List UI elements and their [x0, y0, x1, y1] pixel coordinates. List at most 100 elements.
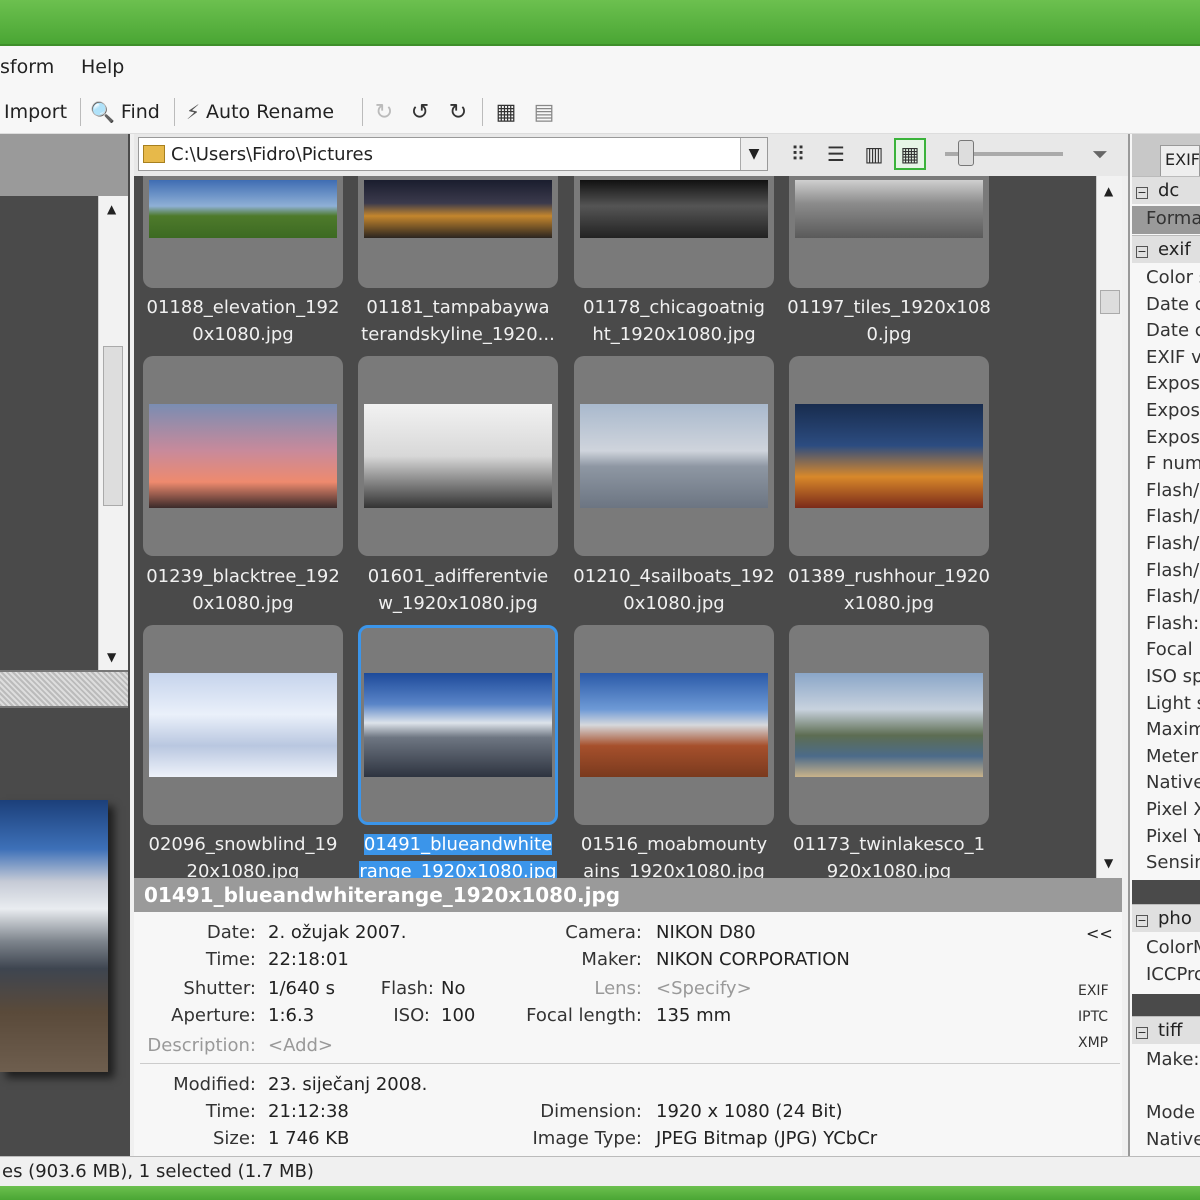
collapse-icon[interactable]: − [1136, 187, 1148, 199]
thumbnail-caption[interactable]: 01181_tampabaywa terandskyline_1920... [350, 294, 566, 348]
metadata-item[interactable]: Date c [1146, 294, 1200, 315]
find-button[interactable]: 🔍 Find [90, 98, 160, 126]
file-info-panel: Date: 2. ožujak 2007. Time: 22:18:01 Shu… [134, 912, 1122, 1156]
metadata-item[interactable]: Flash: [1146, 613, 1199, 634]
caption-line: ht_1920x1080.jpg [592, 324, 756, 345]
folder-tree[interactable] [0, 196, 98, 670]
thumbnail-tile[interactable] [358, 625, 558, 825]
collapse-icon[interactable]: − [1136, 1027, 1148, 1039]
thumbnail-caption[interactable]: 01239_blacktree_192 0x1080.jpg [135, 563, 351, 617]
metadata-item[interactable]: Meter [1146, 746, 1198, 767]
metadata-item[interactable]: Exposu [1146, 400, 1200, 421]
metadata-section-photoshop[interactable]: − pho [1132, 904, 1200, 932]
refresh-icon[interactable]: ↻ [370, 98, 398, 126]
metadata-item[interactable]: Light s [1146, 693, 1200, 714]
metadata-item[interactable]: EXIF v [1146, 347, 1200, 368]
scroll-thumb[interactable] [1100, 290, 1120, 314]
rotate-right-icon[interactable]: ↻ [444, 98, 472, 126]
view-small-icons-icon[interactable]: ⠿ [782, 138, 814, 170]
metadata-item[interactable]: F num [1146, 453, 1200, 474]
scroll-up-icon[interactable]: ▲ [1104, 184, 1113, 198]
caption-line: 01239_blacktree_192 [146, 566, 340, 587]
metadata-item[interactable]: Flash/ [1146, 533, 1199, 554]
scroll-down-icon[interactable]: ▼ [107, 650, 116, 664]
lens-specify-link[interactable]: <Specify> [656, 978, 752, 999]
thumbnail-tile[interactable] [143, 356, 343, 556]
metadata-item[interactable]: Make: [1146, 1049, 1199, 1070]
metadata-item[interactable]: Forma [1146, 208, 1200, 229]
iptc-tab[interactable]: IPTC [1078, 1009, 1108, 1025]
collapse-icon[interactable]: − [1136, 246, 1148, 258]
metadata-item[interactable]: Native [1146, 772, 1200, 793]
metadata-item[interactable]: Flash/ [1146, 480, 1199, 501]
caption-line: 01210_4sailboats_192 [573, 566, 775, 587]
collapse-button[interactable]: << [1086, 924, 1113, 943]
xmp-tab[interactable]: XMP [1078, 1035, 1108, 1051]
metadata-item[interactable]: Native [1146, 1129, 1200, 1150]
metadata-item[interactable]: Date c [1146, 320, 1200, 341]
thumbnail-size-slider-thumb[interactable] [958, 140, 974, 166]
metadata-item[interactable]: Exposu [1146, 427, 1200, 448]
thumbnail-caption[interactable]: 01601_adifferentvie w_1920x1080.jpg [350, 563, 566, 617]
metadata-section-tiff[interactable]: − tiff [1132, 1016, 1200, 1044]
thumbnail-caption[interactable]: 02096_snowblind_19 20x1080.jpg [135, 831, 351, 878]
scroll-up-icon[interactable]: ▲ [107, 202, 116, 216]
metadata-item[interactable]: Focal l [1146, 639, 1200, 660]
metadata-item[interactable]: Color s [1146, 267, 1200, 288]
metadata-item[interactable]: Exposu [1146, 373, 1200, 394]
metadata-item[interactable]: ICCPro [1146, 964, 1200, 985]
folder-tree-scrollbar[interactable]: ▲ ▼ [98, 196, 128, 670]
window-titlebar [0, 0, 1200, 46]
metadata-item[interactable]: Flash/ [1146, 506, 1199, 527]
metadata-section-dc[interactable]: − dc [1132, 176, 1200, 204]
metadata-item[interactable]: ISO sp [1146, 666, 1200, 687]
exif-tab[interactable]: EXIF [1078, 983, 1109, 999]
thumbnail-tile[interactable] [574, 356, 774, 556]
thumbnail-image [149, 404, 337, 508]
thumbnail-tile[interactable] [358, 356, 558, 556]
view-thumbnails-icon[interactable]: ▦ [894, 138, 926, 170]
description-add-link[interactable]: <Add> [268, 1035, 333, 1056]
metadata-item[interactable]: Mode [1146, 1102, 1195, 1123]
rotate-left-icon[interactable]: ↺ [406, 98, 434, 126]
metadata-item[interactable]: Pixel Y [1146, 826, 1200, 847]
metadata-item[interactable]: Maxim [1146, 719, 1200, 740]
metadata-item[interactable]: Flash/ [1146, 586, 1199, 607]
scroll-thumb[interactable] [103, 346, 123, 506]
menu-transform[interactable]: sform [0, 56, 54, 78]
filmstrip-icon[interactable]: ▦ [492, 98, 520, 126]
tab-exif[interactable]: EXIF [1160, 145, 1200, 176]
filmstrip-empty-icon[interactable]: ▤ [530, 98, 558, 126]
thumbnail-caption[interactable]: 01197_tiles_1920x108 0.jpg [781, 294, 997, 348]
thumbnail-caption[interactable]: 01173_twinlakesco_1 920x1080.jpg [781, 831, 997, 878]
thumbnail-tile[interactable] [789, 356, 989, 556]
metadata-item[interactable]: Sensin [1146, 852, 1200, 873]
panel-splitter[interactable] [0, 670, 128, 708]
collapse-icon[interactable]: − [1136, 915, 1148, 927]
focal-length-value: 135 mm [656, 1005, 732, 1026]
thumbnail-tile[interactable] [143, 625, 343, 825]
metadata-item[interactable]: ColorM [1146, 937, 1200, 958]
menu-help[interactable]: Help [81, 56, 124, 78]
auto-rename-button[interactable]: ⚡ Auto Rename [186, 98, 334, 126]
thumbnail-tile[interactable] [789, 625, 989, 825]
thumbnail-grid-scrollbar[interactable]: ▲ ▼ [1096, 176, 1122, 878]
path-combobox[interactable]: C:\Users\Fidro\Pictures [138, 137, 768, 171]
thumbnail-caption[interactable]: 01210_4sailboats_192 0x1080.jpg [566, 563, 782, 617]
thumbnail-tile[interactable] [574, 625, 774, 825]
scroll-down-icon[interactable]: ▼ [1104, 856, 1113, 870]
metadata-section-exif[interactable]: − exif [1132, 235, 1200, 263]
thumbnail-caption[interactable]: 01516_moabmounty ains_1920x1080.jpg [566, 831, 782, 878]
filter-icon[interactable]: ⏷ [1084, 138, 1116, 170]
chevron-down-icon[interactable]: ▼ [740, 138, 767, 170]
view-details-icon[interactable]: ▥ [858, 138, 890, 170]
view-list-icon[interactable]: ☰ [820, 138, 852, 170]
metadata-item[interactable]: Flash/ [1146, 560, 1199, 581]
thumbnail-caption[interactable]: 01491_blueandwhite range_1920x1080.jpg [350, 831, 566, 878]
thumbnail-caption[interactable]: 01178_chicagoatnig ht_1920x1080.jpg [566, 294, 782, 348]
import-button[interactable]: Import [4, 98, 67, 126]
thumbnail-caption[interactable]: 01188_elevation_192 0x1080.jpg [135, 294, 351, 348]
metadata-item[interactable]: Pixel X [1146, 799, 1200, 820]
focal-length-label: Focal length: [526, 1005, 642, 1026]
thumbnail-caption[interactable]: 01389_rushhour_1920 x1080.jpg [781, 563, 997, 617]
